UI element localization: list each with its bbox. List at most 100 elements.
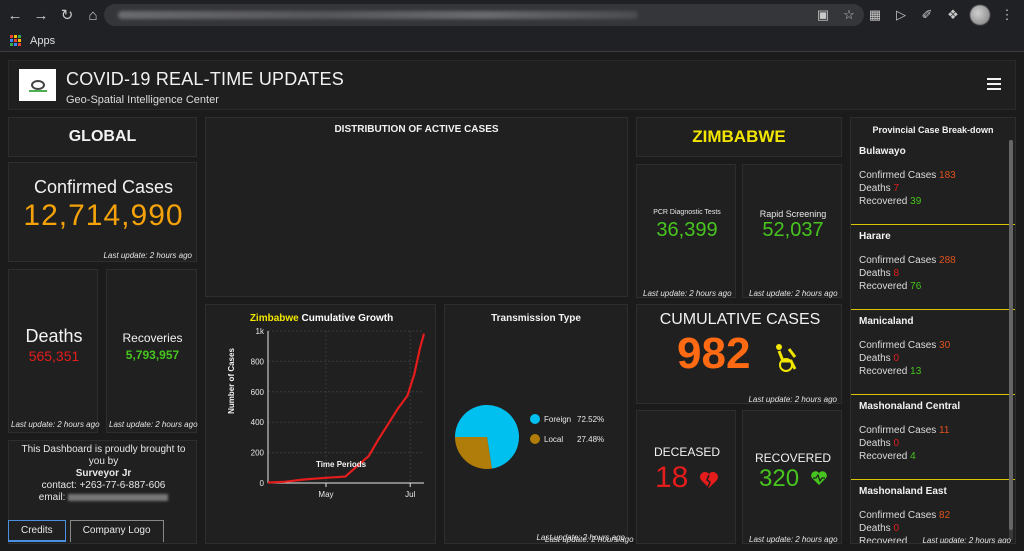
extensions-puzzle-icon[interactable]: ❖ [944, 6, 962, 24]
province-recovered-value: 13 [907, 366, 922, 377]
province-recovered-value: 76 [907, 281, 922, 292]
extension-play-icon[interactable]: ▷ [892, 6, 910, 24]
province-confirmed-line: Confirmed Cases 183 [859, 169, 1011, 182]
distribution-panel: DISTRIBUTION OF ACTIVE CASES [205, 117, 628, 297]
province-confirmed-value: 183 [936, 170, 956, 181]
province-confirmed-label: Confirmed Cases [859, 170, 937, 181]
pcr-update: Last update: 2 hours ago [643, 289, 732, 298]
email-redacted [68, 493, 169, 501]
province-recovered-value: 39 [907, 196, 922, 207]
growth-ytick-label: 0 [260, 479, 265, 488]
province-deaths-label: Deaths [859, 353, 891, 364]
province-deaths-value: 8 [890, 268, 900, 279]
dashboard-header: COVID-19 REAL-TIME UPDATES Geo-Spatial I… [8, 60, 1016, 110]
extension-cube-icon[interactable]: ▦ [866, 6, 884, 24]
extension-edit-icon[interactable]: ✐ [918, 6, 936, 24]
province-recovered-label: Recovered [859, 281, 908, 292]
bookmarks-bar: Apps [0, 30, 1024, 52]
zimbabwe-title: ZIMBABWE [692, 127, 786, 146]
cumulative-update: Last update: 2 hours ago [748, 395, 837, 404]
legend-label-local: Local [544, 435, 563, 444]
deaths-label: Deaths [25, 326, 83, 346]
recoveries-value: 5,793,957 [125, 348, 180, 362]
province-recovered-label: Recovered [859, 536, 908, 544]
hamburger-menu-icon[interactable] [987, 78, 1001, 90]
growth-line-chart: 0 200 400 600 800 1k May Jul Number of Cases Ti… [227, 327, 426, 499]
province-item: Manicaland Confirmed Cases 30 Deaths 0 Reco… [851, 310, 1015, 395]
pie-slice-local [455, 437, 492, 469]
dashboard: COVID-19 REAL-TIME UPDATES Geo-Spatial I… [0, 52, 1024, 551]
legend-swatch-local [530, 434, 540, 444]
province-deaths-value: 7 [890, 183, 900, 194]
reload-icon[interactable]: ↻ [56, 4, 78, 26]
recoveries-label: Recoveries [122, 331, 183, 345]
apps-grid-icon[interactable] [10, 34, 22, 47]
provincial-scroll-thumb[interactable] [1009, 140, 1013, 530]
rapid-label: Rapid Screening [759, 209, 827, 219]
province-item: Mashonaland Central Confirmed Cases 11 Dea… [851, 395, 1015, 480]
pcr-label: PCR Diagnostic Tests [653, 209, 721, 216]
growth-ylabel: Number of Cases [227, 348, 236, 414]
bookmark-star-icon[interactable]: ☆ [840, 6, 858, 24]
legend-pct-local: 27.48% [577, 435, 604, 444]
credits-contact: contact: +263-77-6-887-606 [41, 480, 166, 491]
profile-avatar[interactable] [970, 5, 990, 25]
legend-pct-foreign: 72.52% [577, 415, 604, 424]
province-deaths-value: 0 [890, 353, 900, 364]
growth-chart-panel: Zimbabwe Cumulative Growth 0 200 400 600 800… [205, 304, 436, 544]
province-recovered-label: Recovered [859, 196, 908, 207]
url-redacted [118, 11, 638, 19]
province-deaths-line: Deaths 8 [859, 267, 1011, 280]
legend-label-foreign: Foreign [544, 415, 571, 424]
tab-credits[interactable]: Credits [8, 520, 66, 542]
home-icon[interactable]: ⌂ [82, 4, 104, 26]
province-confirmed-value: 288 [936, 255, 956, 266]
rapid-update: Last update: 2 hours ago [749, 289, 838, 298]
credits-line: This Dashboard is proudly brought to you… [21, 444, 186, 467]
more-menu-icon[interactable]: ⋮ [998, 6, 1016, 24]
deceased-update: Last update: 2 hours ago [545, 535, 634, 544]
credits-email-label: email: [38, 492, 66, 503]
cumulative-value: 982 [677, 329, 751, 378]
browser-toolbar: ← → ↻ ⌂ ▣ ☆ ▦ ▷ ✐ ❖ ⋮ [0, 0, 1024, 30]
growth-ytick-label: 800 [251, 357, 265, 366]
provincial-scrollbar[interactable] [1009, 140, 1013, 540]
heartbeat-icon [811, 471, 827, 485]
tab-company-logo[interactable]: Company Logo [69, 520, 164, 542]
recovered-panel: RECOVERED 320 Last update: 2 hours ago [742, 410, 842, 544]
province-confirmed-line: Confirmed Cases 30 [859, 339, 1011, 352]
confirmed-label: Confirmed Cases [33, 177, 174, 197]
province-recovered-value: 4 [907, 451, 916, 462]
global-deaths-panel: Deaths 565,351 Last update: 2 hours ago [8, 269, 100, 433]
province-item: Bulawayo Confirmed Cases 183 Deaths 7 Recov… [851, 140, 1015, 225]
global-recoveries-panel: Recoveries 5,793,957 Last update: 2 hour… [106, 269, 198, 433]
province-recovered-line: Recovered 39 [859, 195, 1011, 208]
province-recovered-label: Recovered [859, 451, 908, 462]
province-confirmed-value: 30 [936, 340, 951, 351]
province-deaths-label: Deaths [859, 438, 891, 449]
province-deaths-line: Deaths 7 [859, 182, 1011, 195]
credits-tabs: Credits Company Logo [8, 520, 168, 542]
provincial-list[interactable]: Bulawayo Confirmed Cases 183 Deaths 7 Recov… [851, 140, 1015, 544]
province-item: Mashonaland East Confirmed Cases 82 Deaths… [851, 480, 1015, 544]
province-confirmed-value: 82 [936, 510, 951, 521]
province-confirmed-label: Confirmed Cases [859, 425, 937, 436]
pcr-panel: PCR Diagnostic Tests 36,399 Last update:… [636, 164, 736, 298]
province-recovered-line: Recovered 4 [859, 450, 1011, 463]
back-icon[interactable]: ← [4, 4, 26, 26]
cast-icon[interactable]: ▣ [814, 6, 832, 24]
apps-label[interactable]: Apps [30, 35, 55, 47]
deceased-label: DECEASED [653, 445, 721, 459]
address-bar[interactable] [104, 4, 864, 26]
provincial-title: Provincial Case Break-down [872, 125, 994, 135]
province-confirmed-line: Confirmed Cases 288 [859, 254, 1011, 267]
forward-icon[interactable]: → [30, 4, 52, 26]
confirmed-update: Last update: 2 hours ago [103, 251, 192, 260]
page-title: COVID-19 REAL-TIME UPDATES [66, 69, 344, 89]
credits-email: email: [13, 492, 194, 504]
province-deaths-label: Deaths [859, 183, 891, 194]
page-subtitle: Geo-Spatial Intelligence Center [66, 94, 219, 106]
province-confirmed-value: 11 [936, 425, 950, 436]
transmission-pie-chart: Foreign 72.52% Local 27.48% [455, 404, 604, 469]
broken-heart-icon [700, 472, 718, 488]
